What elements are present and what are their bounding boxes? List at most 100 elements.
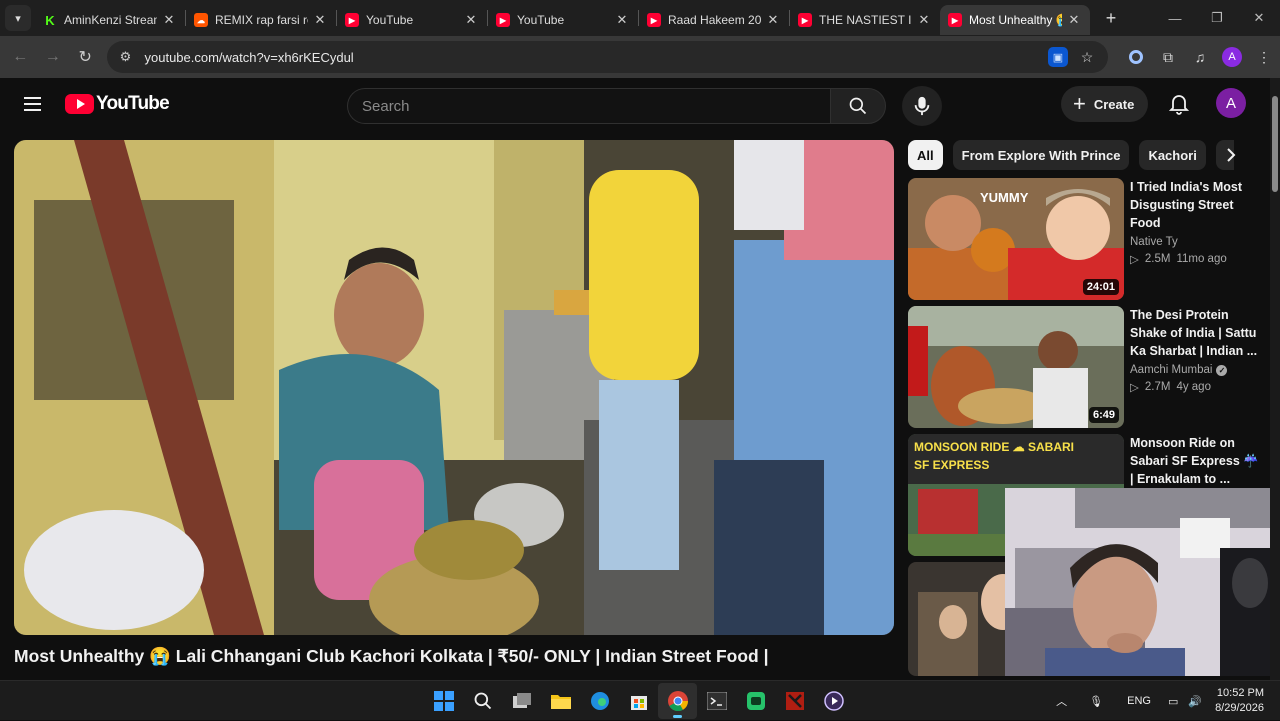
close-window-icon[interactable]: ✕ (1238, 0, 1280, 36)
file-explorer-icon[interactable] (541, 683, 580, 719)
youtube-header: YouTube Search + Create A (0, 78, 1270, 130)
scrollbar-thumb[interactable] (1272, 96, 1278, 192)
puzzle-extensions-icon[interactable]: ⧉ (1152, 41, 1184, 73)
site-info-icon[interactable]: ⚙ (115, 46, 137, 68)
chrome-browser-icon[interactable] (658, 683, 697, 719)
close-icon[interactable]: ✕ (765, 12, 781, 28)
browser-tab[interactable]: ▶ THE NASTIEST Ind ✕ (790, 5, 940, 35)
page-scrollbar[interactable] (1270, 78, 1280, 680)
bookmark-star-icon[interactable]: ☆ (1074, 44, 1100, 70)
verified-check-icon: ✓ (1216, 364, 1228, 376)
tab-title: THE NASTIEST Ind (819, 13, 912, 27)
close-icon[interactable]: ✕ (312, 12, 328, 28)
search-icon (849, 97, 867, 115)
minimize-icon[interactable]: — (1154, 0, 1196, 36)
forward-arrow-icon[interactable]: → (38, 41, 69, 73)
browser-tab[interactable]: ▶ Raad Hakeem 202 ✕ (639, 5, 789, 35)
chip-kachori[interactable]: Kachori (1139, 140, 1206, 170)
microsoft-store-icon[interactable] (619, 683, 658, 719)
media-player-icon[interactable] (814, 683, 853, 719)
restore-icon[interactable]: ❐ (1196, 0, 1238, 36)
channel-name[interactable]: Native Ty (1130, 236, 1262, 248)
close-icon[interactable]: ✕ (463, 12, 479, 28)
close-icon[interactable]: ✕ (161, 12, 177, 28)
play-views-icon: ▷ (1130, 254, 1139, 266)
microphone-tray-icon[interactable]: 🎙 (1077, 695, 1115, 708)
video-duration: 24:01 (1082, 279, 1119, 295)
video-thumbnail[interactable]: YUMMY 24:01 (908, 178, 1124, 300)
media-controls-icon[interactable]: ♫ (1184, 41, 1216, 73)
cast-icon[interactable]: ▣ (1048, 47, 1068, 67)
browser-toolbar: ← → ↻ ⚙ youtube.com/watch?v=xh6rKECydul … (0, 36, 1280, 78)
play-views-icon: ▷ (1130, 382, 1139, 394)
chevron-right-icon[interactable] (1216, 140, 1246, 170)
plus-icon: + (1073, 91, 1086, 116)
back-arrow-icon[interactable]: ← (5, 41, 36, 73)
tab-title: YouTube (517, 13, 565, 27)
search-bar: Search (347, 86, 942, 126)
task-view-icon[interactable] (502, 683, 541, 719)
soundcloud-icon: ☁ (194, 13, 208, 27)
channel-label: Aamchi Mumbai (1130, 364, 1213, 376)
chevron-up-icon[interactable]: ︿ (1046, 693, 1077, 709)
search-input[interactable]: Search (347, 88, 830, 124)
video-title[interactable]: Monsoon Ride on Sabari SF Express ☔ | Er… (1130, 434, 1262, 488)
menu-kebab-icon[interactable]: ⋮ (1248, 41, 1280, 73)
channel-name[interactable]: Aamchi Mumbai ✓ (1130, 364, 1262, 376)
address-bar[interactable]: ⚙ youtube.com/watch?v=xh6rKECydul ▣ ☆ (106, 41, 1108, 73)
profile-button[interactable]: A (1216, 41, 1248, 73)
search-button[interactable] (830, 88, 886, 124)
video-stats: ▷ 2.7M 4y ago (1130, 380, 1262, 394)
create-button[interactable]: + Create (1061, 86, 1149, 122)
notifications-bell-icon[interactable] (1163, 88, 1195, 120)
volume-icon[interactable]: 🔊 (1183, 695, 1207, 708)
browser-tab[interactable]: ▶ YouTube ✕ (337, 5, 487, 35)
recommended-video[interactable]: 6:49 The Desi Protein Shake of India | S… (908, 306, 1260, 428)
network-icon[interactable]: ▭ (1163, 695, 1183, 708)
video-title[interactable]: The Desi Protein Shake of India | Sattu … (1130, 306, 1262, 360)
close-icon[interactable]: ✕ (916, 12, 932, 28)
tab-list: K AminKenzi Stream ✕ ☁ REMIX rap farsi r… (35, 0, 1090, 36)
chip-all[interactable]: All (908, 140, 943, 170)
taskbar-search-icon[interactable] (463, 683, 502, 719)
terminal-icon[interactable] (697, 683, 736, 719)
browser-tab[interactable]: K AminKenzi Stream ✕ (35, 5, 185, 35)
youtube-icon: ▶ (948, 13, 962, 27)
channel-label: Native Ty (1130, 236, 1178, 248)
clock-date: 8/29/2026 (1215, 702, 1264, 714)
upload-age: 4y ago (1176, 381, 1211, 393)
browser-tab-active[interactable]: ▶ Most Unhealthy 😭 ✕ (940, 5, 1090, 35)
windows-start-icon[interactable] (424, 683, 463, 719)
dota-game-icon[interactable] (775, 683, 814, 719)
browser-tab[interactable]: ☁ REMIX rap farsi re ✕ (186, 5, 336, 35)
profile-avatar: A (1222, 47, 1242, 67)
browser-tab-strip: ▾ K AminKenzi Stream ✕ ☁ REMIX rap farsi… (0, 0, 1280, 36)
game-app-icon[interactable] (736, 683, 775, 719)
account-avatar[interactable]: A (1216, 88, 1246, 118)
tab-search-button[interactable]: ▾ (5, 5, 31, 31)
close-icon[interactable]: ✕ (1066, 12, 1082, 28)
reload-icon[interactable]: ↻ (70, 41, 101, 73)
tab-title: REMIX rap farsi re (215, 13, 308, 27)
extension-icon[interactable] (1120, 41, 1152, 73)
webcam-feed-image (1005, 488, 1280, 676)
edge-browser-icon[interactable] (580, 683, 619, 719)
video-player[interactable] (14, 140, 894, 635)
recommended-video[interactable]: YUMMY 24:01 I Tried India's Most Disgust… (908, 178, 1260, 300)
close-icon[interactable]: ✕ (614, 12, 630, 28)
system-clock[interactable]: 10:52 PM 8/29/2026 (1207, 686, 1280, 716)
language-indicator[interactable]: ENG (1115, 695, 1163, 707)
upload-age: 11mo ago (1176, 253, 1227, 265)
browser-tab[interactable]: ▶ YouTube ✕ (488, 5, 638, 35)
video-title[interactable]: I Tried India's Most Disgusting Street F… (1130, 178, 1262, 232)
url-text[interactable]: youtube.com/watch?v=xh6rKECydul (145, 50, 1049, 65)
video-thumbnail[interactable]: 6:49 (908, 306, 1124, 428)
system-tray: ︿ 🎙 ENG ▭ 🔊 10:52 PM 8/29/2026 (1046, 681, 1280, 721)
hamburger-menu-icon[interactable] (12, 84, 52, 124)
view-count: 2.7M (1144, 381, 1171, 393)
youtube-logo[interactable]: YouTube (65, 93, 170, 115)
chip-explore-with-prince[interactable]: From Explore With Prince (952, 140, 1130, 170)
voice-search-button[interactable] (902, 86, 942, 126)
video-meta: I Tried India's Most Disgusting Street F… (1130, 178, 1262, 266)
new-tab-button[interactable]: + (1098, 5, 1124, 31)
